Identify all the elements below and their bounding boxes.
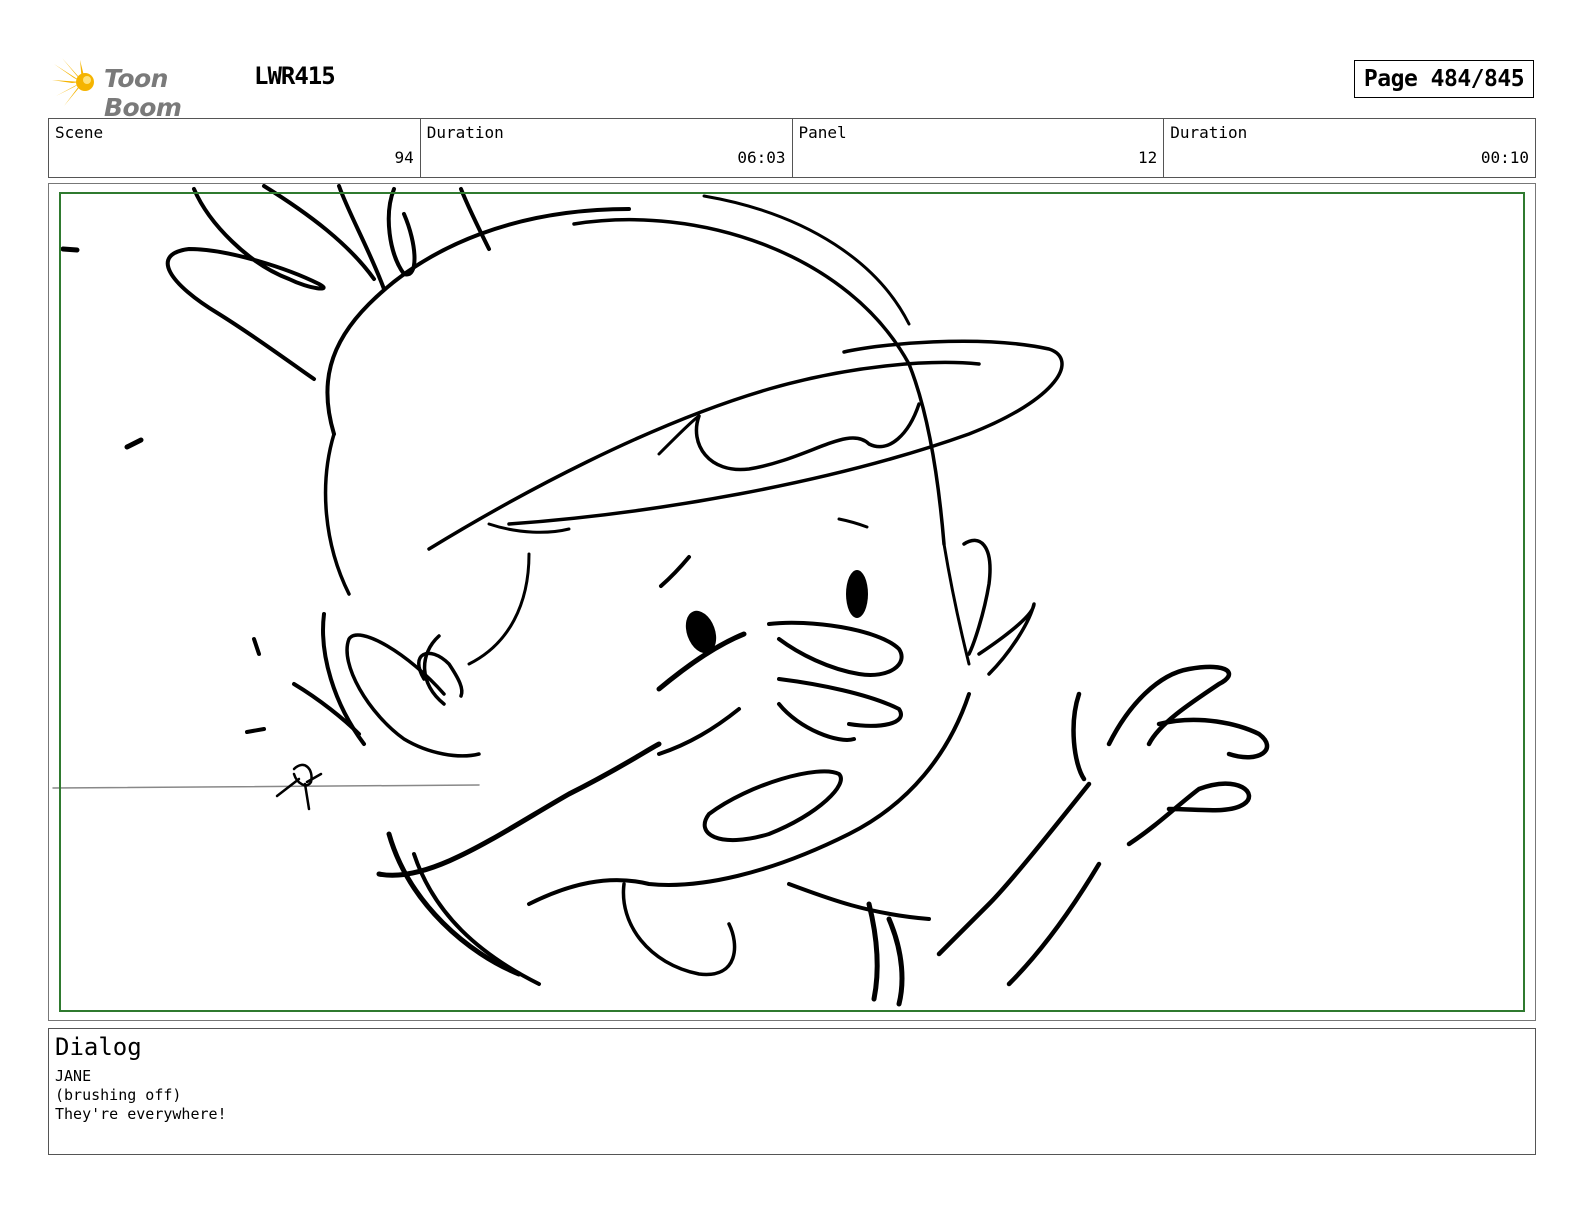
storyboard-panel: [48, 183, 1536, 1021]
scene-value: 94: [394, 148, 414, 167]
panel-duration-label: Duration: [1170, 123, 1248, 142]
dialog-box: Dialog JANE (brushing off) They're every…: [48, 1028, 1536, 1155]
dialog-parenthetical: (brushing off): [55, 1086, 182, 1104]
scene-info-row: Scene 94 Duration 06:03 Panel 12 Duratio…: [48, 118, 1536, 178]
panel-duration-value: 00:10: [1480, 148, 1529, 167]
brand-name: Toon Boom: [104, 64, 182, 122]
toon-boom-logo: Toon Boom: [52, 56, 242, 122]
panel-sketch: [52, 184, 1270, 1007]
scene-duration-value: 06:03: [737, 148, 786, 167]
scene-label: Scene: [55, 123, 104, 142]
panel-duration-cell: Duration 00:10: [1164, 119, 1535, 177]
dialog-character: JANE: [55, 1067, 92, 1085]
dialog-title: Dialog: [55, 1033, 142, 1061]
panel-value: 12: [1137, 148, 1158, 167]
panel-cell: Panel 12: [793, 119, 1165, 177]
scene-cell: Scene 94: [49, 119, 421, 177]
scene-duration-label: Duration: [426, 123, 504, 142]
scene-duration-cell: Duration 06:03: [421, 119, 793, 177]
starburst-icon: [52, 58, 94, 106]
dialog-line: They're everywhere!: [55, 1105, 227, 1123]
page-indicator: Page 484/845: [1354, 60, 1534, 98]
panel-label: Panel: [798, 123, 847, 142]
project-id: LWR415: [254, 62, 336, 90]
